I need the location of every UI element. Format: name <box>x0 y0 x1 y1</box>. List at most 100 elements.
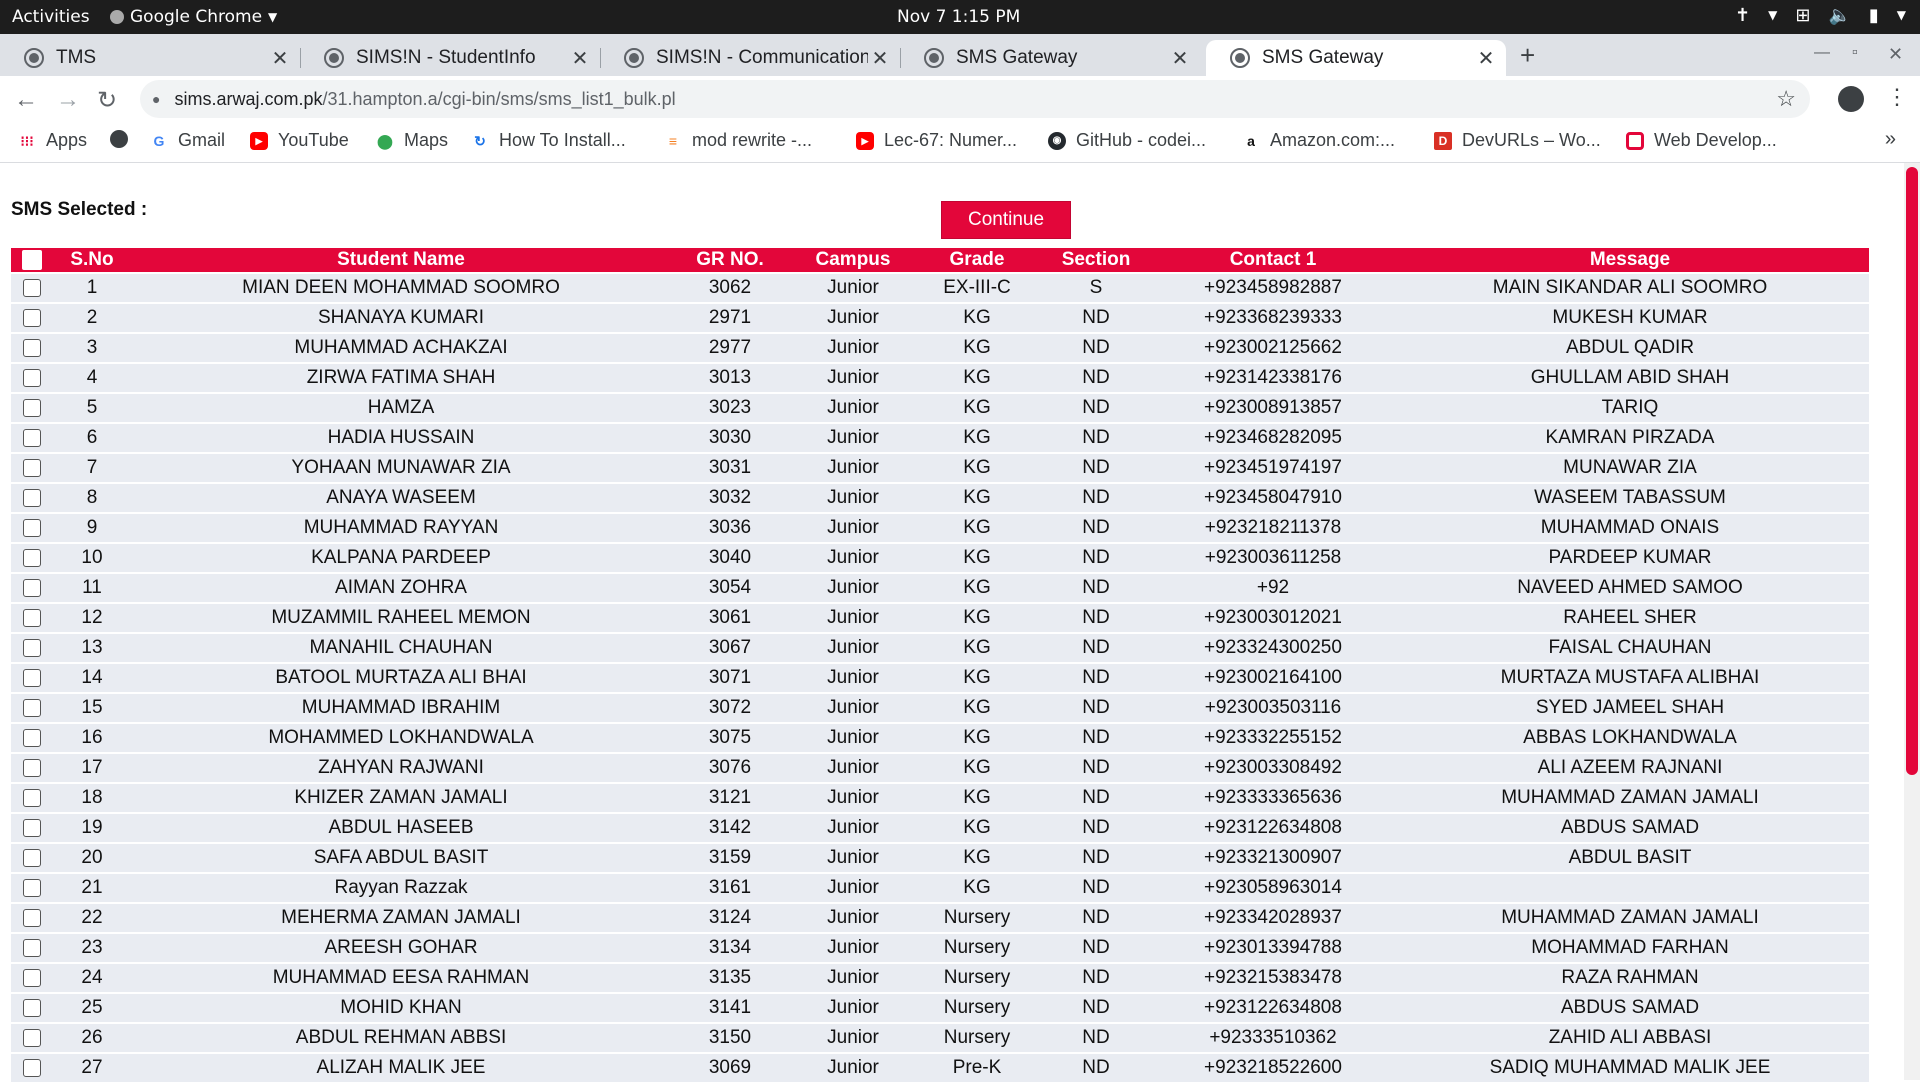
row-checkbox[interactable] <box>23 638 41 657</box>
column-header[interactable]: Contact 1 <box>1155 248 1391 272</box>
back-arrow-icon[interactable]: ← <box>14 86 38 114</box>
bookmark-globe[interactable] <box>110 130 138 148</box>
row-checkbox[interactable] <box>23 878 41 897</box>
table-row[interactable]: 10 KALPANA PARDEEP 3040 Junior KG ND +92300361… <box>11 542 1869 572</box>
table-row[interactable]: 27 ALIZAH MALIK JEE 3069 Junior Pre-K ND +9232… <box>11 1052 1869 1082</box>
row-checkbox[interactable] <box>23 278 41 297</box>
row-checkbox[interactable] <box>23 308 41 327</box>
close-icon[interactable]: ✕ <box>1474 46 1498 71</box>
column-header[interactable]: Grade <box>917 248 1037 272</box>
row-checkbox[interactable] <box>23 1058 41 1077</box>
chevron-down-icon[interactable]: ▼ <box>1897 5 1906 26</box>
row-checkbox[interactable] <box>23 968 41 987</box>
profile-avatar-icon[interactable] <box>1838 86 1864 112</box>
row-checkbox[interactable] <box>23 398 41 417</box>
volume-icon[interactable]: 🔈 <box>1828 5 1850 26</box>
table-row[interactable]: 20 SAFA ABDUL BASIT 3159 Junior KG ND +9233213… <box>11 842 1869 872</box>
column-header[interactable]: Message <box>1391 248 1869 272</box>
minimize-icon[interactable]: — <box>1814 44 1830 62</box>
table-row[interactable]: 2 SHANAYA KUMARI 2971 Junior KG ND +9233682393… <box>11 302 1869 332</box>
bookmark-web-develop[interactable]: Web Develop... <box>1626 130 1777 151</box>
tab-sms-gateway[interactable]: SMS Gateway ✕ <box>900 40 1200 76</box>
tab-tms[interactable]: TMS ✕ <box>0 40 300 76</box>
row-checkbox[interactable] <box>23 668 41 687</box>
forward-arrow-icon[interactable]: → <box>56 86 80 114</box>
activities-button[interactable]: Activities <box>12 7 90 27</box>
tab-sms-gateway-active[interactable]: SMS Gateway ✕ <box>1206 40 1506 76</box>
row-checkbox[interactable] <box>23 428 41 447</box>
row-checkbox[interactable] <box>23 788 41 807</box>
table-row[interactable]: 24 MUHAMMAD EESA RAHMAN 3135 Junior Nursery N… <box>11 962 1869 992</box>
address-bar[interactable]: ● sims.arwaj.com.pk/31.hampton.a/cgi-bin… <box>140 80 1810 118</box>
table-row[interactable]: 4 ZIRWA FATIMA SHAH 3013 Junior KG ND +9231423… <box>11 362 1869 392</box>
table-row[interactable]: 15 MUHAMMAD IBRAHIM 3072 Junior KG ND +9230035… <box>11 692 1869 722</box>
bookmark-mod-rewrite[interactable]: ≡ mod rewrite -... <box>664 130 812 151</box>
accessibility-icon[interactable]: ✝ <box>1735 5 1750 26</box>
close-icon[interactable]: ✕ <box>868 46 892 71</box>
table-row[interactable]: 14 BATOOL MURTAZA ALI BHAI 3071 Junior KG ND +… <box>11 662 1869 692</box>
table-row[interactable]: 25 MOHID KHAN 3141 Junior Nursery ND +92312263… <box>11 992 1869 1022</box>
row-checkbox[interactable] <box>23 698 41 717</box>
row-checkbox[interactable] <box>23 758 41 777</box>
row-checkbox[interactable] <box>23 548 41 567</box>
table-row[interactable]: 3 MUHAMMAD ACHAKZAI 2977 Junior KG ND +9230021… <box>11 332 1869 362</box>
row-checkbox[interactable] <box>23 368 41 387</box>
table-row[interactable]: 21 Rayyan Razzak 3161 Junior KG ND +9230589630… <box>11 872 1869 902</box>
column-header[interactable]: GR NO. <box>671 248 789 272</box>
table-row[interactable]: 23 AREESH GOHAR 3134 Junior Nursery ND +923013… <box>11 932 1869 962</box>
bookmark-devurls[interactable]: D DevURLs – Wo... <box>1434 130 1601 151</box>
table-row[interactable]: 11 AIMAN ZOHRA 3054 Junior KG ND +92 NAVEED AHM… <box>11 572 1869 602</box>
column-header[interactable]: Student Name <box>131 248 671 272</box>
bookmarks-overflow-icon[interactable]: » <box>1885 128 1896 151</box>
table-row[interactable]: 5 HAMZA 3023 Junior KG ND +923008913857 TARIQ <box>11 392 1869 422</box>
close-icon[interactable]: ✕ <box>268 46 292 71</box>
continue-button[interactable]: Continue <box>941 201 1071 239</box>
table-row[interactable]: 22 MEHERMA ZAMAN JAMALI 3124 Junior Nursery N… <box>11 902 1869 932</box>
row-checkbox[interactable] <box>23 1028 41 1047</box>
system-tray[interactable]: ✝ ▼ ⊞ 🔈 ▮ ▼ <box>1735 5 1906 26</box>
chrome-menu-icon[interactable]: ⋮ <box>1886 84 1908 110</box>
close-icon[interactable]: ✕ <box>568 46 592 71</box>
row-checkbox[interactable] <box>23 998 41 1017</box>
bookmark-maps[interactable]: ⬤ Maps <box>376 130 448 151</box>
table-row[interactable]: 1 MIAN DEEN MOHAMMAD SOOMRO 3062 Junior EX-I… <box>11 272 1869 302</box>
table-row[interactable]: 12 MUZAMMIL RAHEEL MEMON 3061 Junior KG ND +92… <box>11 602 1869 632</box>
row-checkbox[interactable] <box>23 458 41 477</box>
column-header[interactable]: Section <box>1037 248 1155 272</box>
table-row[interactable]: 26 ABDUL REHMAN ABBSI 3150 Junior Nursery ND +… <box>11 1022 1869 1052</box>
bookmark-apps[interactable]: ⁝⁝⁝ Apps <box>18 130 87 151</box>
table-row[interactable]: 16 MOHAMMED LOKHANDWALA 3075 Junior KG ND +923… <box>11 722 1869 752</box>
restore-icon[interactable]: ▫ <box>1852 44 1858 62</box>
bookmark-lec-67[interactable]: ▶ Lec-67: Numer... <box>856 130 1017 151</box>
window-close-icon[interactable]: ✕ <box>1888 44 1903 65</box>
table-row[interactable]: 17 ZAHYAN RAJWANI 3076 Junior KG ND +923003308… <box>11 752 1869 782</box>
row-checkbox[interactable] <box>23 848 41 867</box>
chevron-down-icon[interactable]: ▼ <box>1768 5 1777 26</box>
new-tab-plus-icon[interactable]: + <box>1520 40 1535 71</box>
bookmark-github[interactable]: ◉ GitHub - codei... <box>1048 130 1206 151</box>
tab-studentinfo[interactable]: SIMS!N - StudentInfo ✕ <box>300 40 600 76</box>
row-checkbox[interactable] <box>23 518 41 537</box>
table-row[interactable]: 9 MUHAMMAD RAYYAN 3036 Junior KG ND +923218211… <box>11 512 1869 542</box>
close-icon[interactable]: ✕ <box>1168 46 1192 71</box>
table-row[interactable]: 7 YOHAAN MUNAWAR ZIA 3031 Junior KG ND +923451… <box>11 452 1869 482</box>
table-row[interactable]: 6 HADIA HUSSAIN 3030 Junior KG ND +92346828209… <box>11 422 1869 452</box>
row-checkbox[interactable] <box>23 338 41 357</box>
clock[interactable]: Nov 7 1:15 PM <box>897 7 1020 27</box>
bookmark-gmail[interactable]: G Gmail <box>150 130 225 151</box>
bookmark-star-icon[interactable]: ☆ <box>1776 86 1796 112</box>
row-checkbox[interactable] <box>23 938 41 957</box>
row-checkbox[interactable] <box>23 818 41 837</box>
bookmark-youtube[interactable]: ▶ YouTube <box>250 130 349 151</box>
table-row[interactable]: 13 MANAHIL CHAUHAN 3067 Junior KG ND +92332430… <box>11 632 1869 662</box>
select-all-checkbox[interactable] <box>22 249 42 270</box>
column-header[interactable]: Campus <box>789 248 917 272</box>
table-row[interactable]: 19 ABDUL HASEEB 3142 Junior KG ND +92312263480… <box>11 812 1869 842</box>
column-header[interactable]: S.No <box>53 248 131 272</box>
page-scrollbar-thumb[interactable] <box>1906 167 1918 775</box>
table-row[interactable]: 8 ANAYA WASEEM 3032 Junior KG ND +923458047910… <box>11 482 1869 512</box>
row-checkbox[interactable] <box>23 608 41 627</box>
bookmark-amazon[interactable]: a Amazon.com:... <box>1242 130 1395 151</box>
table-row[interactable]: 18 KHIZER ZAMAN JAMALI 3121 Junior KG ND +9233… <box>11 782 1869 812</box>
row-checkbox[interactable] <box>23 728 41 747</box>
